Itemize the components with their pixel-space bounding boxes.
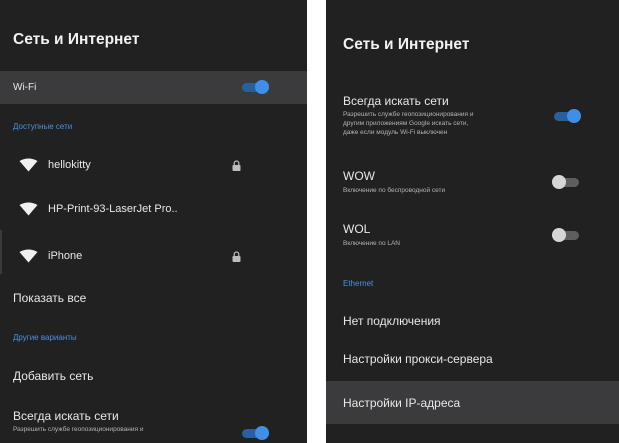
toggle-thumb	[552, 228, 566, 242]
wifi-icon	[19, 202, 38, 216]
left-settings-panel: Сеть и Интернет Wi-Fi Доступные сети hel…	[0, 0, 307, 443]
network-item-hp-print[interactable]: HP-Print-93-LaserJet Pro..	[0, 191, 307, 225]
wol-subtitle: Включение по LAN	[343, 240, 401, 247]
always-scan-row[interactable]: Всегда искать сети Разрешить службе геоп…	[0, 402, 307, 443]
show-all-label: Показать все	[13, 291, 87, 305]
focus-edge-indicator	[0, 230, 2, 274]
lock-icon	[232, 160, 241, 171]
toggle-thumb	[255, 80, 269, 94]
toggle-thumb	[567, 109, 581, 123]
toggle-thumb	[255, 426, 269, 440]
wifi-icon	[19, 158, 38, 172]
always-scan-row[interactable]: Всегда искать сети Разрешить службе геоп…	[326, 88, 619, 148]
panel-header: Сеть и Интернет	[0, 0, 307, 67]
wifi-icon	[19, 249, 38, 263]
wol-title: WOL	[343, 222, 371, 236]
lock-icon	[232, 251, 241, 262]
wow-toggle[interactable]	[552, 175, 579, 189]
always-scan-subtitle: Разрешить службе геопозиционирования и	[13, 426, 144, 433]
no-connection-label: Нет подключения	[343, 314, 441, 328]
toggle-thumb	[552, 175, 566, 189]
always-scan-subtitle: Разрешить службе геопозиционирования и д…	[343, 111, 474, 136]
wol-toggle[interactable]	[552, 228, 579, 242]
network-item-hellokitty[interactable]: hellokitty	[0, 148, 307, 182]
always-scan-title: Всегда искать сети	[13, 409, 119, 423]
wifi-toggle[interactable]	[242, 80, 269, 94]
wifi-label: Wi-Fi	[13, 82, 37, 93]
proxy-settings-item[interactable]: Настройки прокси-сервера	[326, 343, 619, 375]
wol-row[interactable]: WOL Включение по LAN	[326, 216, 619, 256]
right-settings-panel: Сеть и Интернет Всегда искать сети Разре…	[326, 0, 619, 443]
add-network-button[interactable]: Добавить сеть	[0, 362, 307, 390]
available-networks-header: Доступные сети	[13, 122, 73, 131]
always-scan-toggle[interactable]	[554, 109, 581, 123]
proxy-settings-label: Настройки прокси-сервера	[343, 352, 493, 366]
panel-header: Сеть и Интернет	[326, 0, 619, 67]
ethernet-header: Ethernet	[343, 279, 374, 288]
page-title: Сеть и Интернет	[13, 31, 140, 48]
always-scan-toggle[interactable]	[242, 426, 269, 440]
network-name: iPhone	[48, 250, 83, 262]
add-network-label: Добавить сеть	[13, 369, 94, 383]
no-connection-item[interactable]: Нет подключения	[326, 305, 619, 337]
wow-subtitle: Включение по беспроводной сети	[343, 187, 446, 194]
always-scan-title: Всегда искать сети	[343, 94, 449, 108]
network-item-iphone[interactable]: iPhone	[0, 238, 307, 274]
network-name: HP-Print-93-LaserJet Pro..	[48, 203, 178, 215]
wow-title: WOW	[343, 169, 375, 183]
ip-settings-item[interactable]: Настройки IP-адреса	[326, 381, 619, 424]
network-name: hellokitty	[48, 159, 91, 171]
wow-row[interactable]: WOW Включение по беспроводной сети	[326, 163, 619, 203]
ip-settings-label: Настройки IP-адреса	[343, 396, 461, 410]
show-all-button[interactable]: Показать все	[0, 284, 307, 312]
wifi-toggle-row[interactable]: Wi-Fi	[0, 71, 307, 104]
page-title: Сеть и Интернет	[343, 36, 470, 53]
other-options-header: Другие варианты	[13, 333, 77, 342]
